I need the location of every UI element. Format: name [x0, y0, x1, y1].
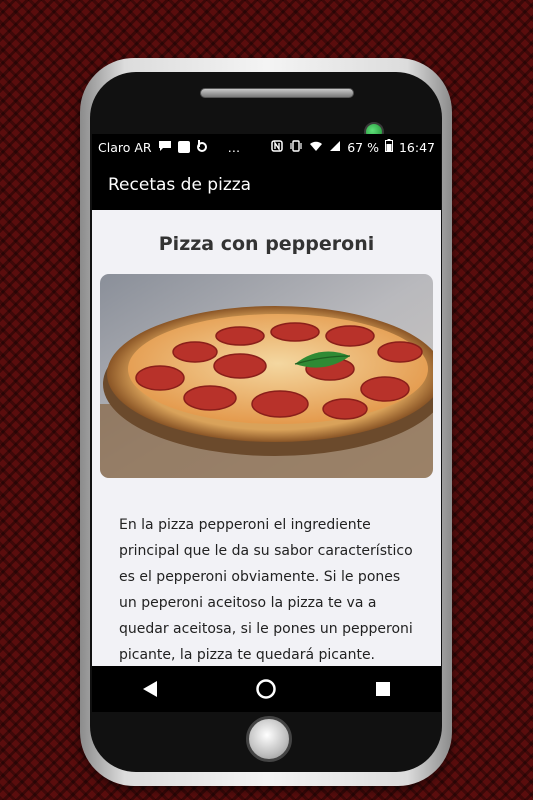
app-b-icon: [196, 139, 208, 155]
carrier-label: Claro AR: [98, 139, 152, 155]
more-notifications-icon: …: [227, 139, 241, 155]
status-bar: Claro AR … 67 % 16:47: [92, 134, 441, 160]
device-screen: Claro AR … 67 % 16:47 Recetas de pizza P…: [92, 134, 441, 712]
nfc-icon: [271, 139, 283, 155]
battery-percent: 67 %: [347, 139, 379, 155]
recipe-content[interactable]: Pizza con pepperoni En la pizza pepperon…: [92, 210, 441, 666]
home-icon: [256, 679, 277, 699]
notification-square-icon: [177, 141, 190, 153]
pizza-photo: [100, 274, 433, 478]
back-icon: [143, 681, 158, 697]
chat-icon: [158, 140, 172, 155]
recents-button[interactable]: [363, 669, 403, 709]
app-title: Recetas de pizza: [108, 175, 252, 195]
recents-icon: [375, 682, 390, 696]
battery-icon: [384, 139, 393, 155]
hardware-home-button[interactable]: [246, 716, 292, 762]
app-bar: Recetas de pizza: [92, 160, 441, 210]
speaker-grille: [200, 88, 354, 98]
vibrate-icon: [289, 139, 303, 155]
recipe-title: Pizza con pepperoni: [158, 233, 375, 255]
signal-icon: [329, 140, 341, 155]
home-button[interactable]: [246, 669, 286, 709]
navigation-bar: [92, 666, 441, 712]
wifi-icon: [309, 140, 323, 155]
clock: 16:47: [398, 139, 435, 155]
back-button[interactable]: [130, 669, 170, 709]
recipe-description: En la pizza pepperoni el ingrediente pri…: [119, 517, 413, 663]
